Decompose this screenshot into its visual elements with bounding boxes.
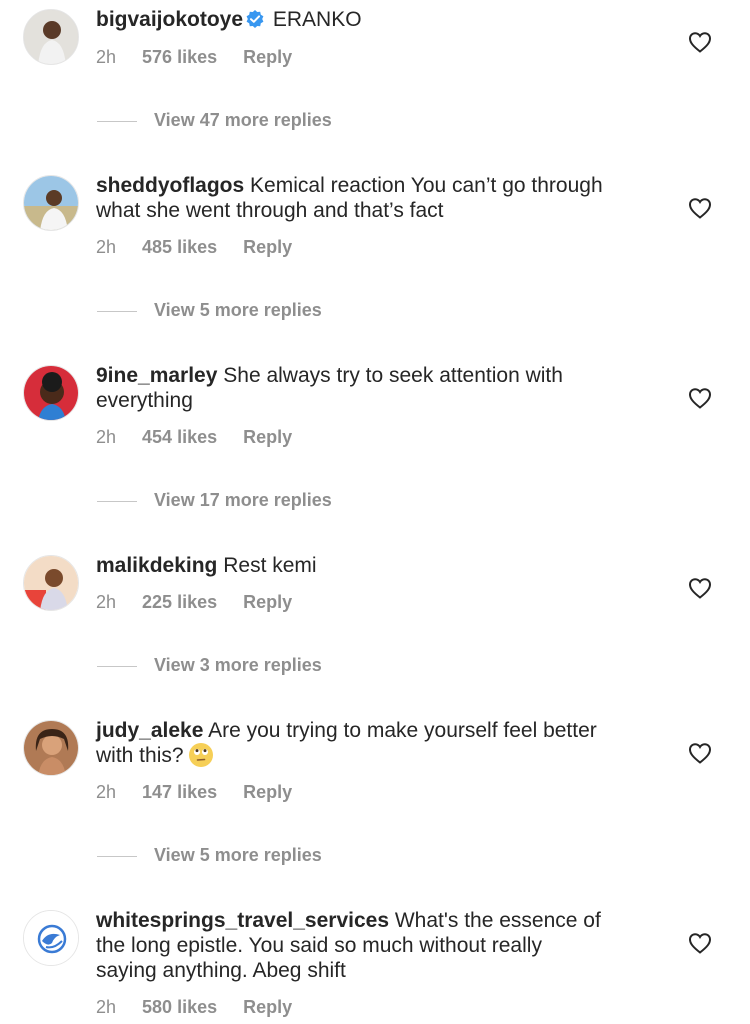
- comment-meta: 2h 485 likes Reply: [96, 237, 318, 258]
- username[interactable]: bigvaijokotoye: [96, 8, 243, 31]
- comment-text: Are you trying to make yourself feel bet…: [208, 719, 597, 742]
- comment-body: whitesprings_travel_services What's the …: [96, 908, 656, 983]
- heart-icon[interactable]: [688, 577, 712, 599]
- view-replies-label[interactable]: View 5 more replies: [154, 845, 322, 865]
- comment-text: everything: [96, 389, 193, 412]
- divider-line: [97, 310, 137, 312]
- likes-count[interactable]: 576 likes: [142, 47, 217, 67]
- reply-button[interactable]: Reply: [243, 427, 292, 447]
- comment-body: malikdeking Rest kemi: [96, 553, 656, 578]
- likes-count[interactable]: 147 likes: [142, 782, 217, 802]
- view-replies-label[interactable]: View 5 more replies: [154, 300, 322, 320]
- view-more-replies[interactable]: View 17 more replies: [97, 490, 332, 511]
- timestamp: 2h: [96, 427, 117, 447]
- username[interactable]: whitesprings_travel_services: [96, 909, 389, 932]
- heart-icon[interactable]: [688, 387, 712, 409]
- username[interactable]: judy_aleke: [96, 719, 203, 742]
- comment-text: what she went through and that’s fact: [96, 199, 444, 222]
- reply-button[interactable]: Reply: [243, 997, 292, 1017]
- likes-count[interactable]: 454 likes: [142, 427, 217, 447]
- heart-icon[interactable]: [688, 932, 712, 954]
- comment-body: sheddyoflagos Kemical reaction You can’t…: [96, 173, 656, 223]
- divider-line: [97, 500, 137, 502]
- comment-text: Kemical reaction You can’t go through: [250, 174, 603, 197]
- avatar[interactable]: [23, 9, 79, 65]
- comment-text: saying anything. Abeg shift: [96, 959, 346, 982]
- view-replies-label[interactable]: View 3 more replies: [154, 655, 322, 675]
- timestamp: 2h: [96, 997, 117, 1017]
- username[interactable]: malikdeking: [96, 554, 217, 577]
- avatar[interactable]: [23, 175, 79, 231]
- divider-line: [97, 120, 137, 122]
- verified-badge-icon: [245, 9, 265, 35]
- view-more-replies[interactable]: View 3 more replies: [97, 655, 322, 676]
- comment-meta: 2h 225 likes Reply: [96, 592, 318, 613]
- likes-count[interactable]: 485 likes: [142, 237, 217, 257]
- divider-line: [97, 665, 137, 667]
- avatar[interactable]: [23, 365, 79, 421]
- username[interactable]: sheddyoflagos: [96, 174, 244, 197]
- comment-body: judy_aleke Are you trying to make yourse…: [96, 718, 656, 768]
- comment-meta: 2h 580 likes Reply: [96, 997, 318, 1018]
- view-replies-label[interactable]: View 47 more replies: [154, 110, 332, 130]
- reply-button[interactable]: Reply: [243, 592, 292, 612]
- comment-text: the long epistle. You said so much witho…: [96, 934, 542, 957]
- view-replies-label[interactable]: View 17 more replies: [154, 490, 332, 510]
- reply-button[interactable]: Reply: [243, 782, 292, 802]
- comment-text: with this?: [96, 744, 184, 767]
- comment-meta: 2h 454 likes Reply: [96, 427, 318, 448]
- comment-body: 9ine_marley She always try to seek atten…: [96, 363, 656, 413]
- reply-button[interactable]: Reply: [243, 237, 292, 257]
- reply-button[interactable]: Reply: [243, 47, 292, 67]
- view-more-replies[interactable]: View 5 more replies: [97, 300, 322, 321]
- avatar[interactable]: [23, 910, 79, 966]
- comment-body: bigvaijokotoye ERANKO: [96, 7, 656, 35]
- comment-meta: 2h 147 likes Reply: [96, 782, 318, 803]
- heart-icon[interactable]: [688, 31, 712, 53]
- divider-line: [97, 855, 137, 857]
- timestamp: 2h: [96, 237, 117, 257]
- view-more-replies[interactable]: View 47 more replies: [97, 110, 332, 131]
- timestamp: 2h: [96, 47, 117, 67]
- comment-text: What's the essence of: [394, 909, 601, 932]
- heart-icon[interactable]: [688, 742, 712, 764]
- likes-count[interactable]: 580 likes: [142, 997, 217, 1017]
- likes-count[interactable]: 225 likes: [142, 592, 217, 612]
- rolling-eyes-emoji-icon: [189, 743, 214, 767]
- view-more-replies[interactable]: View 5 more replies: [97, 845, 322, 866]
- comment-text: She always try to seek attention with: [223, 364, 563, 387]
- avatar[interactable]: [23, 720, 79, 776]
- comment-meta: 2h 576 likes Reply: [96, 47, 318, 68]
- comment-text: ERANKO: [272, 8, 362, 31]
- comment-text: Rest kemi: [223, 554, 317, 577]
- timestamp: 2h: [96, 782, 117, 802]
- avatar[interactable]: [23, 555, 79, 611]
- heart-icon[interactable]: [688, 197, 712, 219]
- timestamp: 2h: [96, 592, 117, 612]
- username[interactable]: 9ine_marley: [96, 364, 217, 387]
